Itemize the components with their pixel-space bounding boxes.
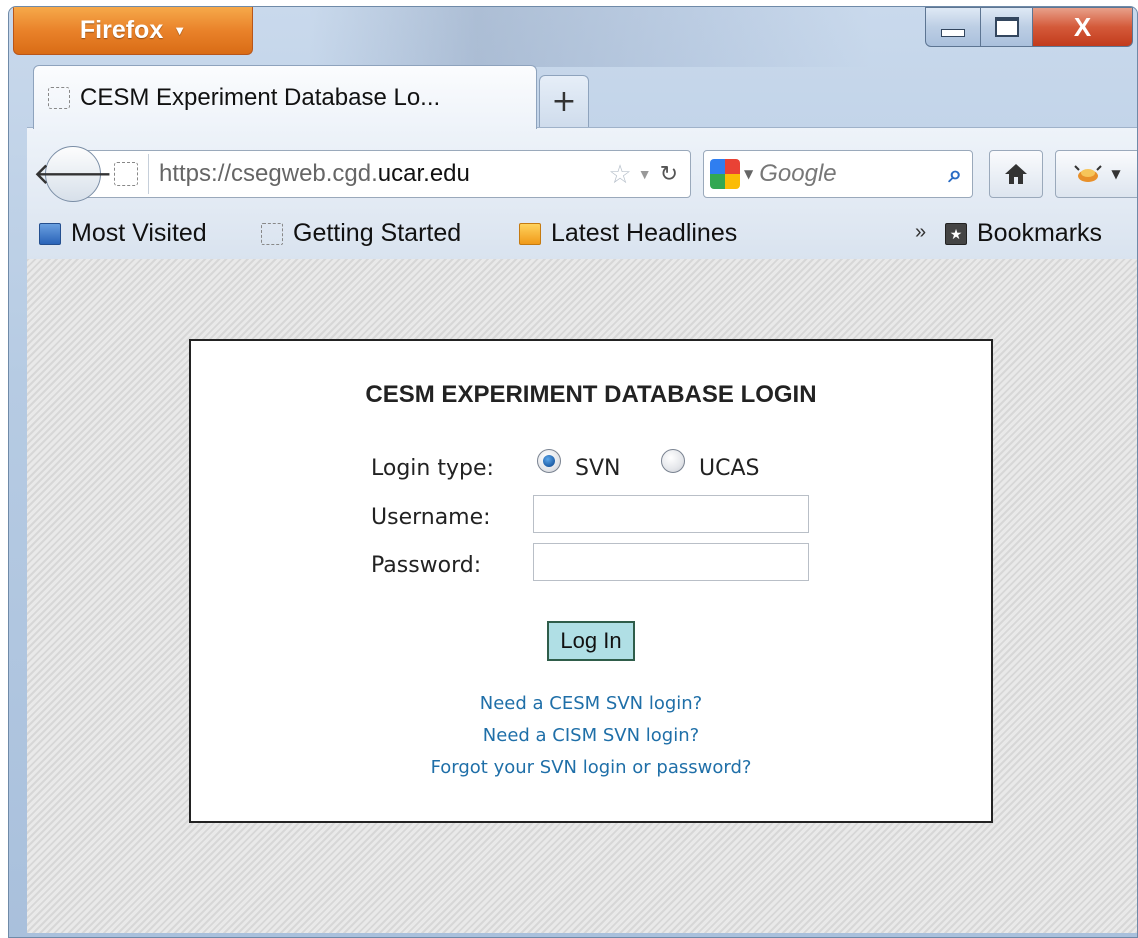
blank-page-icon: [48, 86, 70, 109]
search-input[interactable]: Google: [759, 160, 836, 188]
bookmarks-icon: ★: [945, 222, 967, 245]
navigation-toolbar: 🡐 https://csegweb.cgd. ucar.edu ☆ ▼ ↻ ▼ G…: [27, 127, 1137, 212]
page-content: CESM EXPERIMENT DATABASE LOGIN Login typ…: [27, 259, 1137, 933]
url-separator: [148, 154, 149, 194]
browser-window: Firefox ▼ X CESM Experiment Database Lo.…: [8, 6, 1138, 938]
bookmark-label: Getting Started: [293, 219, 462, 247]
blank-page-icon: [261, 222, 283, 245]
home-icon: [1005, 164, 1027, 184]
site-identity-icon[interactable]: [114, 162, 138, 186]
cism-svn-login-link[interactable]: Need a CISM SVN login?: [191, 725, 991, 746]
bookmarks-menu-button[interactable]: ★ Bookmarks: [945, 219, 1102, 248]
home-button[interactable]: [989, 150, 1043, 198]
password-label: Password:: [371, 553, 482, 578]
url-host: ucar.edu: [377, 160, 470, 187]
new-tab-button[interactable]: +: [539, 75, 589, 127]
reload-icon[interactable]: ↻: [660, 161, 678, 187]
tab-title: CESM Experiment Database Lo...: [80, 83, 441, 111]
rss-feed-icon: [519, 222, 541, 245]
username-label: Username:: [371, 505, 491, 530]
maximize-icon: [994, 17, 1019, 37]
url-bar[interactable]: https://csegweb.cgd. ucar.edu ☆ ▼ ↻: [87, 150, 691, 198]
radio-svn-label[interactable]: SVN: [575, 456, 620, 481]
bookmark-getting-started[interactable]: Getting Started: [261, 219, 461, 248]
bookmarks-toolbar: Most Visited Getting Started Latest Head…: [27, 211, 1137, 260]
bookmarks-overflow-chevron[interactable]: »: [915, 221, 926, 244]
login-panel: CESM EXPERIMENT DATABASE LOGIN Login typ…: [189, 339, 993, 823]
google-icon[interactable]: [710, 159, 740, 189]
radio-svn[interactable]: [537, 449, 561, 473]
page-title: CESM EXPERIMENT DATABASE LOGIN: [365, 381, 817, 408]
login-button[interactable]: Log In: [547, 621, 635, 661]
maximize-button[interactable]: [981, 7, 1033, 47]
titlebar-background: [309, 7, 869, 67]
plus-icon: +: [551, 84, 577, 119]
bookmark-most-visited[interactable]: Most Visited: [39, 219, 207, 248]
firebug-icon: [1074, 165, 1103, 182]
chevron-down-icon: ▼: [173, 23, 187, 38]
radio-ucas-label[interactable]: UCAS: [699, 456, 759, 481]
firefox-menu-button[interactable]: Firefox ▼: [13, 7, 253, 55]
firefox-menu-label: Firefox: [79, 16, 164, 44]
window-controls: X: [925, 7, 1133, 47]
url-prefix: https://csegweb.cgd.: [159, 160, 378, 187]
search-icon[interactable]: ⌕: [949, 160, 962, 188]
login-type-label: Login type:: [371, 456, 494, 481]
bookmark-label: Latest Headlines: [551, 219, 738, 247]
bookmark-latest-headlines[interactable]: Latest Headlines: [519, 219, 737, 248]
radio-ucas[interactable]: [661, 449, 685, 473]
chevron-down-icon: ▼: [1111, 167, 1121, 181]
forgot-password-link[interactable]: Forgot your SVN login or password?: [191, 757, 991, 778]
minimize-icon: [941, 29, 965, 37]
cesm-svn-login-link[interactable]: Need a CESM SVN login?: [191, 693, 991, 714]
bookmark-star-icon[interactable]: ☆: [608, 159, 631, 190]
back-arrow-icon: 🡐: [32, 157, 114, 192]
most-visited-icon: [39, 222, 61, 245]
search-bar[interactable]: ▼ Google ⌕: [703, 150, 973, 198]
close-button[interactable]: X: [1033, 7, 1133, 47]
bookmark-label: Most Visited: [71, 219, 207, 247]
password-field[interactable]: [533, 543, 809, 581]
username-field[interactable]: [533, 495, 809, 533]
url-history-dropdown-icon[interactable]: ▼: [638, 166, 652, 182]
firebug-button[interactable]: ▼: [1055, 150, 1137, 198]
back-button[interactable]: 🡐: [33, 146, 113, 202]
minimize-button[interactable]: [925, 7, 981, 47]
close-icon: X: [1073, 11, 1092, 42]
tab-active[interactable]: CESM Experiment Database Lo...: [33, 65, 537, 129]
bookmarks-menu-label: Bookmarks: [977, 219, 1103, 247]
search-engine-dropdown-icon[interactable]: ▼: [744, 167, 753, 181]
